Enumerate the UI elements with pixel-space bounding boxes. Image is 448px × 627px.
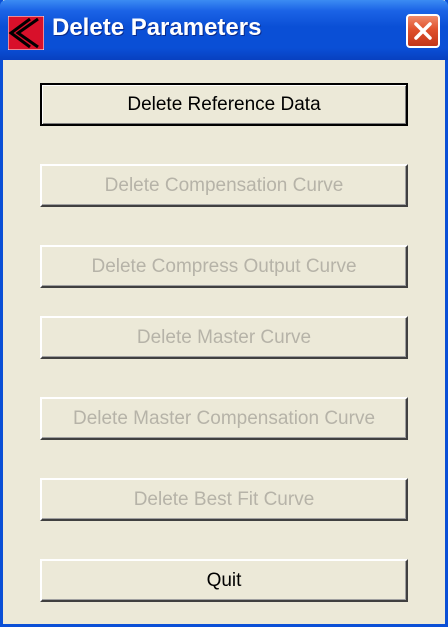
delete-master-curve-button[interactable]: Delete Master Curve	[40, 316, 408, 359]
quit-button[interactable]: Quit	[40, 559, 408, 602]
dialog-content: Delete Reference Data Delete Compensatio…	[3, 60, 445, 624]
delete-parameters-dialog: Delete Parameters Delete Reference Data …	[0, 0, 448, 627]
close-button[interactable]	[406, 14, 440, 48]
window-title: Delete Parameters	[52, 14, 262, 41]
delete-master-compensation-curve-button[interactable]: Delete Master Compensation Curve	[40, 397, 408, 440]
close-icon	[414, 22, 432, 40]
delete-compensation-curve-button[interactable]: Delete Compensation Curve	[40, 164, 408, 207]
app-logo-icon	[7, 15, 45, 51]
delete-compress-output-curve-button[interactable]: Delete Compress Output Curve	[40, 245, 408, 288]
delete-best-fit-curve-button[interactable]: Delete Best Fit Curve	[40, 478, 408, 521]
delete-reference-data-button[interactable]: Delete Reference Data	[40, 83, 408, 126]
title-bar[interactable]: Delete Parameters	[0, 0, 448, 60]
